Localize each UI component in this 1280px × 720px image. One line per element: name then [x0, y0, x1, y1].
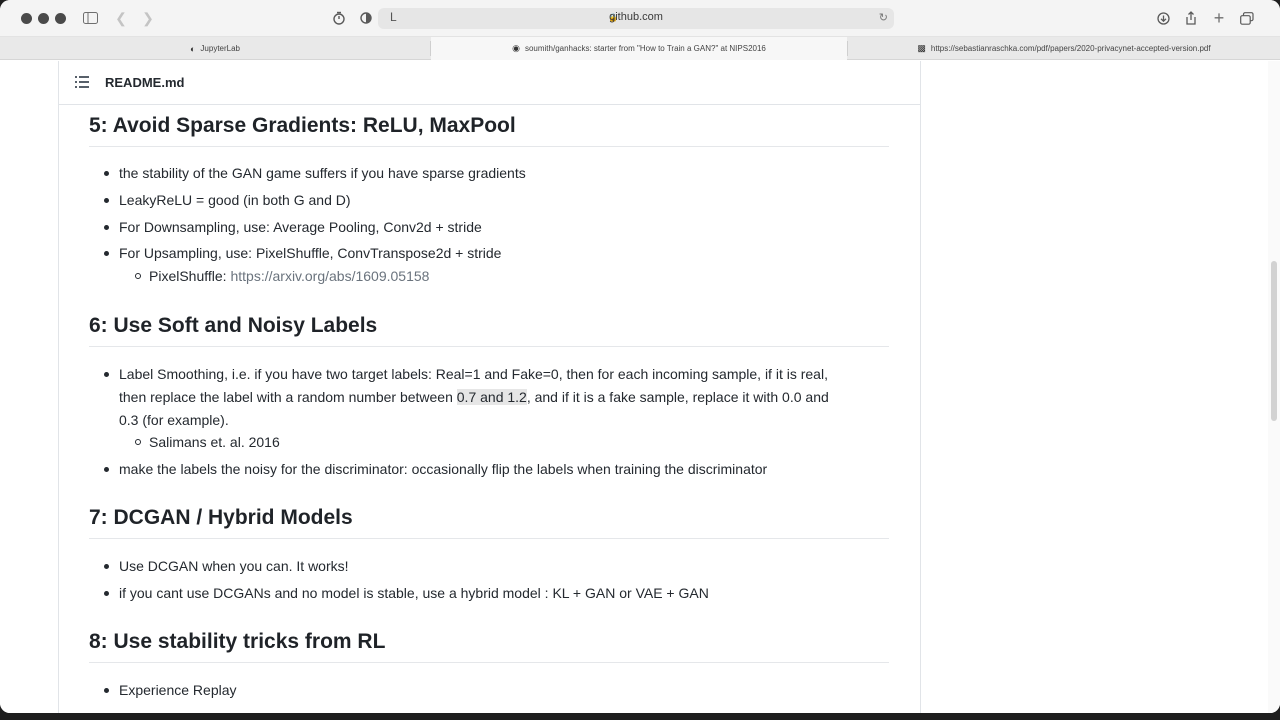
sub-list-item: PixelShuffle: https://arxiv.org/abs/1609…	[134, 265, 429, 287]
timer-icon[interactable]	[331, 9, 347, 27]
downloads-icon[interactable]	[1155, 9, 1171, 27]
tab-label: soumith/ganhacks: starter from "How to T…	[524, 44, 766, 53]
readme-panel: README.md 5: Avoid Sparse Gradients: ReL…	[58, 61, 921, 713]
outline-list-icon[interactable]	[75, 76, 89, 88]
minimize-window-button[interactable]	[38, 13, 49, 24]
forward-icon[interactable]: ❯	[142, 9, 154, 27]
tab-overview-icon[interactable]	[1239, 9, 1255, 27]
heading-divider	[89, 146, 889, 147]
sub-item-label: PixelShuffle:	[149, 268, 231, 284]
heading-divider	[89, 346, 889, 347]
section-heading: 8: Use stability tricks from RL	[89, 630, 386, 653]
sub-list-item: Salimans et. al. 2016	[135, 431, 280, 453]
close-window-button[interactable]	[21, 13, 32, 24]
list-item: LeakyReLU = good (in both G and D)	[104, 189, 351, 211]
address-url: github.com	[609, 11, 663, 23]
heading-divider	[89, 538, 889, 539]
heading-divider	[89, 662, 889, 663]
list-item: the stability of the GAN game suffers if…	[104, 162, 526, 184]
text-fragment: , and if it is a fake sample, replace it…	[526, 389, 829, 405]
list-item: Use DCGAN when you can. It works!	[104, 555, 349, 577]
reload-icon[interactable]: ↻	[879, 11, 888, 24]
new-tab-icon[interactable]: +	[1211, 9, 1227, 27]
tab-jupyterlab[interactable]: ◐ JupyterLab	[0, 37, 430, 60]
page-scrollbar[interactable]	[1268, 61, 1280, 713]
list-item: make the labels the noisy for the discri…	[103, 458, 767, 480]
back-icon[interactable]: ❮	[115, 9, 127, 27]
jupyter-icon: ◐	[189, 43, 196, 54]
readme-header: README.md	[59, 61, 920, 105]
privacy-shield-icon[interactable]	[358, 9, 374, 27]
list-item: For Downsampling, use: Average Pooling, …	[104, 216, 482, 238]
tab-bar: ◐ JupyterLab ◉ soumith/ganhacks: starter…	[0, 37, 1280, 60]
tab-pdf[interactable]: ▩ https://sebastianraschka.com/pdf/paper…	[848, 37, 1280, 60]
text-fragment: then replace the label with a random num…	[119, 389, 457, 405]
section-heading: 7: DCGAN / Hybrid Models	[89, 506, 353, 529]
section-heading: 5: Avoid Sparse Gradients: ReLU, MaxPool	[89, 114, 516, 137]
list-item: Label Smoothing, i.e. if you have two ta…	[104, 363, 828, 385]
zoom-window-button[interactable]	[55, 13, 66, 24]
list-item: Experience Replay	[104, 679, 237, 701]
browser-window: ❮ ❯ L 🔒 github.com ↻ + ◐ JupyterLab ◉ so…	[0, 0, 1280, 713]
section-heading: 6: Use Soft and Noisy Labels	[89, 314, 378, 337]
tab-label: JupyterLab	[200, 44, 241, 53]
share-icon[interactable]	[1183, 9, 1199, 27]
page-content: README.md 5: Avoid Sparse Gradients: ReL…	[0, 61, 1280, 713]
tab-ganhacks[interactable]: ◉ soumith/ganhacks: starter from "How to…	[431, 37, 847, 60]
list-item: For Upsampling, use: PixelShuffle, ConvT…	[103, 242, 501, 264]
selected-text[interactable]: 0.7 and 1.2	[456, 389, 527, 405]
scrollbar-thumb[interactable]	[1271, 261, 1277, 421]
browser-toolbar: ❮ ❯ L 🔒 github.com ↻ +	[0, 0, 1280, 37]
list-item: if you cant use DCGANs and no model is s…	[104, 582, 709, 604]
github-icon: ◉	[512, 43, 520, 53]
sidebar-toggle-icon[interactable]	[82, 9, 98, 27]
document-icon: ▩	[917, 43, 926, 53]
arxiv-link[interactable]: https://arxiv.org/abs/1609.05158	[230, 268, 429, 284]
list-item-continuation: then replace the label with a random num…	[119, 386, 829, 408]
tab-label: https://sebastianraschka.com/pdf/papers/…	[930, 44, 1211, 53]
list-item-continuation: 0.3 (for example).	[119, 412, 229, 428]
address-bar[interactable]: L 🔒 github.com ↻	[378, 8, 894, 29]
readme-title: README.md	[105, 75, 185, 90]
